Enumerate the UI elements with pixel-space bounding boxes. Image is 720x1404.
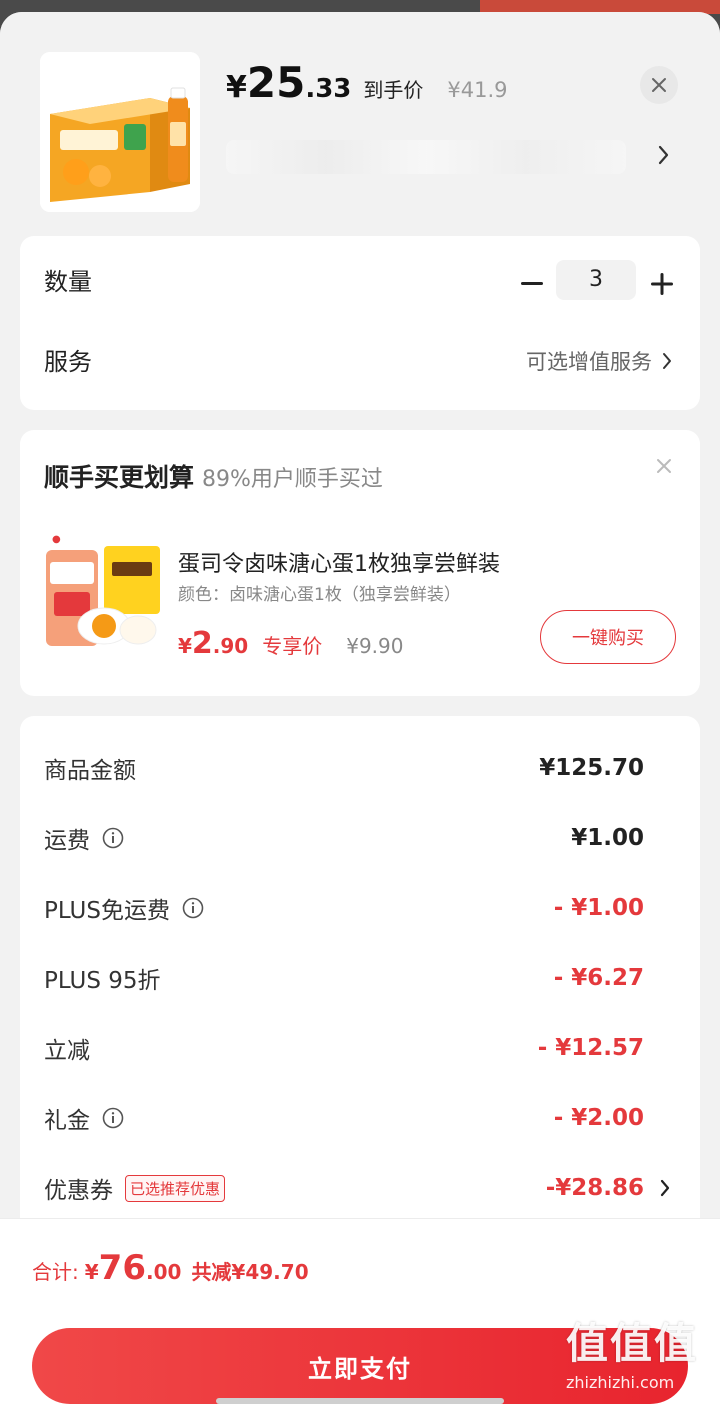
service-link-text: 可选增值服务 [526,350,652,374]
summary-row-coupon[interactable]: 优惠券 已选推荐优惠 -¥28.86 [44,1168,644,1208]
product-header: ¥ 25 .33 到手价 ¥41.9 [0,12,720,238]
product-thumbnail[interactable] [40,52,200,212]
selected-spec-blurred[interactable] [226,140,626,174]
recommended-coupon-badge: 已选推荐优惠 [125,1174,226,1202]
watermark-site: zhizhizhi.com [566,1373,675,1392]
final-price-label: 到手价 [363,78,424,102]
summary-row-goods-amount: 商品金额 ¥125.70 [44,748,644,788]
orange-juice-box-image [40,52,200,212]
total-price: 合计: ¥ 76 .00 共减¥49.70 [32,1248,309,1288]
upsell-price-decimal: .90 [212,634,249,658]
quantity-input[interactable]: 3 [556,260,636,300]
svg-text:●: ● [52,534,61,545]
checkout-bottom-sheet: ¥ 25 .33 到手价 ¥41.9 数量 3 服务 可选增值服务 顺手买更划算… [0,12,720,1404]
value-added-service-link[interactable]: 可选增值服务 [526,346,672,376]
close-icon [652,78,666,92]
upsell-price-integer: 2 [191,626,213,661]
summary-label: 立减 [44,1038,90,1064]
summary-label: 商品金额 [44,758,136,784]
watermark: 值值值 zhizhizhi.com [566,1310,716,1400]
summary-value: -¥28.86 [545,1175,644,1201]
upsell-title: 顺手买更划算 [44,463,195,492]
upsell-original-price: ¥9.90 [346,634,404,658]
upsell-heading: 顺手买更划算 89%用户顺手买过 [44,458,383,494]
minus-icon [521,282,543,285]
summary-value: - ¥12.57 [537,1035,644,1061]
total-currency: ¥ [84,1260,99,1284]
price-summary-card: 商品金额 ¥125.70 运费 ¥1.00 PLUS免运费 - ¥1.00 PL… [20,716,700,1236]
close-button[interactable] [640,66,678,104]
info-icon[interactable] [182,897,204,919]
summary-row-gift-money: 礼金 - ¥2.00 [44,1098,644,1138]
marinated-egg-image: ● [46,534,160,646]
upsell-subtitle: 89%用户顺手买过 [202,467,383,492]
upsell-product-image[interactable]: ● [42,526,178,656]
one-click-buy-button[interactable]: 一键购买 [540,610,676,664]
summary-row-instant-reduction: 立减 - ¥12.57 [44,1028,644,1068]
summary-label: 优惠券 [44,1178,113,1204]
quantity-decrease-button[interactable] [514,266,550,302]
upsell-card: 顺手买更划算 89%用户顺手买过 ● 蛋司令卤味溏心蛋1枚独享尝鲜装 颜色：卤味溏… [20,430,700,696]
upsell-close-icon[interactable] [656,458,672,478]
footer-divider [0,1218,720,1219]
summary-row-plus-discount: PLUS 95折 - ¥6.27 [44,958,644,998]
price-currency: ¥ [226,70,247,105]
summary-value: ¥1.00 [571,825,644,851]
summary-value: - ¥1.00 [553,895,644,921]
info-icon[interactable] [102,1107,124,1129]
upsell-price-currency: ¥ [178,634,192,658]
summary-row-plus-free-shipping: PLUS免运费 - ¥1.00 [44,888,644,928]
summary-label: PLUS免运费 [44,898,170,924]
summary-label: PLUS 95折 [44,968,161,994]
service-label: 服务 [44,348,92,376]
plus-icon [651,273,673,295]
chevron-right-icon [663,353,671,369]
watermark-logo: 值值值 [566,1319,699,1368]
original-price: ¥41.9 [447,78,508,102]
quantity-label: 数量 [44,268,92,296]
info-icon[interactable] [102,827,124,849]
quantity-service-card: 数量 3 服务 可选增值服务 [20,236,700,410]
summary-label: 运费 [44,828,90,854]
summary-value: - ¥6.27 [553,965,644,991]
price-decimal: .33 [305,74,352,104]
quantity-increase-button[interactable] [644,266,680,302]
coupon-chevron-right-icon[interactable] [660,1178,670,1202]
home-indicator [216,1398,504,1404]
product-price: ¥ 25 .33 到手价 ¥41.9 [226,58,508,107]
exclusive-price-label: 专享价 [262,634,323,658]
upsell-product-spec: 颜色：卤味溏心蛋1枚（独享尝鲜装） [178,585,461,605]
upsell-price: ¥ 2 .90 专享价 ¥9.90 [178,626,404,661]
total-label: 合计: [32,1260,79,1284]
summary-value: - ¥2.00 [553,1105,644,1131]
summary-row-shipping: 运费 ¥1.00 [44,818,644,858]
spec-chevron-right-icon[interactable] [658,144,670,170]
summary-label: 礼金 [44,1108,90,1134]
summary-value: ¥125.70 [539,755,644,781]
total-reduction: 共减¥49.70 [191,1260,309,1284]
upsell-product-name[interactable]: 蛋司令卤味溏心蛋1枚独享尝鲜装 [178,546,500,578]
total-integer: 76 [98,1248,146,1288]
price-integer: 25 [246,58,306,107]
total-decimal: .00 [146,1260,182,1284]
